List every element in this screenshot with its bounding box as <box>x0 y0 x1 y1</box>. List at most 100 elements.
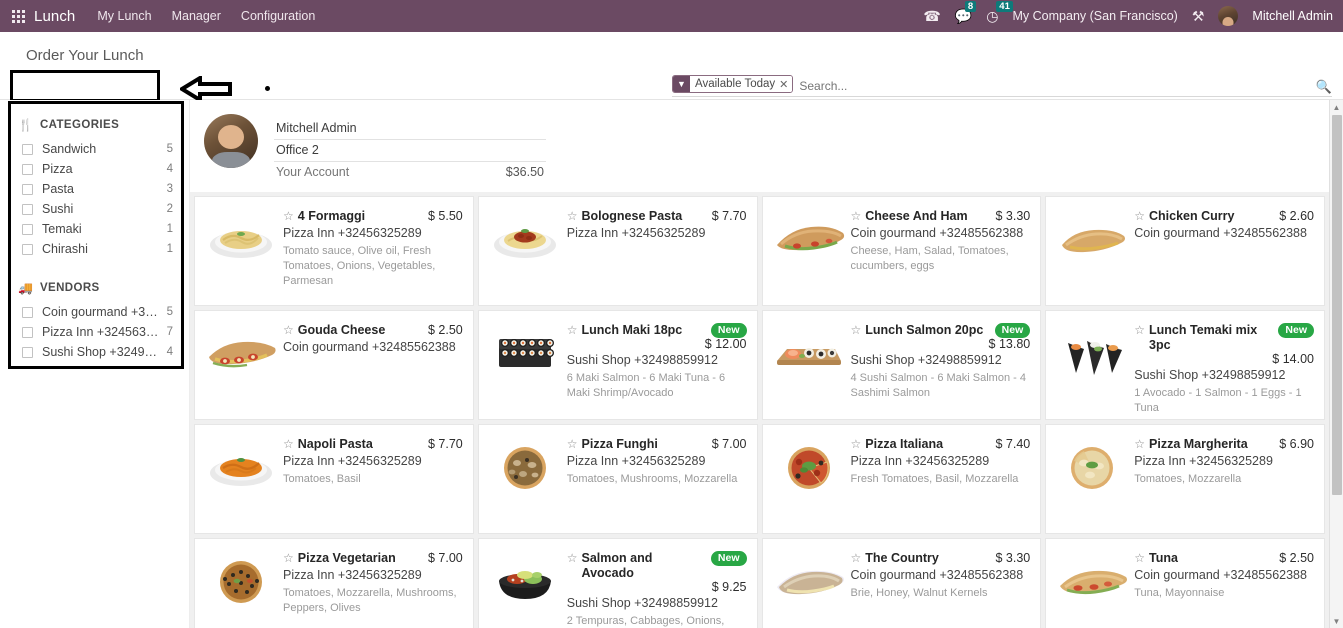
vendor-filter-0[interactable]: Coin gourmand +324... 5 <box>0 302 189 322</box>
favorite-star-icon[interactable]: ☆ <box>567 209 578 224</box>
menu-my-lunch[interactable]: My Lunch <box>97 9 151 23</box>
product-description: 6 Maki Salmon - 6 Maki Tuna - 6 Maki Shr… <box>566 372 726 399</box>
product-card[interactable]: ☆ Tuna $ 2.50 Coin gourmand +32485562388 Tun… <box>1045 538 1325 628</box>
phone-dialpad-icon[interactable]: ☎ <box>923 8 940 25</box>
vendor-filter-1[interactable]: Pizza Inn +324563252... 7 <box>0 322 189 342</box>
product-card[interactable]: ☆ Pizza Italiana $ 7.40 Pizza Inn +32456325… <box>761 424 1042 534</box>
menu-manager[interactable]: Manager <box>172 9 221 23</box>
main-area: 🍴 CATEGORIES Sandwich 5 Pizza 4 Pasta 3 Sushi 2… <box>0 100 1343 628</box>
category-filter-4[interactable]: Temaki 1 <box>0 219 189 239</box>
product-info: ☆ Bolognese Pasta $ 7.70 Pizza Inn +3245632… <box>567 203 749 299</box>
pizza-margherita-image <box>1071 447 1114 489</box>
product-card[interactable]: ☆ Chicken Curry $ 2.60 Coin gourmand +32485… <box>1045 196 1325 306</box>
product-card[interactable]: ☆ Lunch Salmon 20pc New $ 13.80 Sushi Shop +… <box>761 310 1042 420</box>
account-name-row: Mitchell Admin <box>274 118 546 140</box>
search-facet-available-today[interactable]: ▼ Available Today ✕ <box>672 75 794 93</box>
product-title-row: ☆ Pizza Funghi $ 7.00 <box>567 437 747 452</box>
favorite-star-icon[interactable]: ☆ <box>1134 209 1145 224</box>
product-card[interactable]: ☆ Lunch Temaki mix 3pc New $ 14.00 Sushi Sho… <box>1045 310 1325 420</box>
favorite-star-icon[interactable]: ☆ <box>1134 323 1145 338</box>
checkbox-icon[interactable] <box>22 163 33 175</box>
tools-icon[interactable]: ⚒ <box>1192 8 1205 25</box>
checkbox-icon[interactable] <box>22 203 33 215</box>
pasta-bolognese-image <box>493 229 556 258</box>
product-card[interactable]: ☆ Lunch Maki 18pc New $ 12.00 Sushi Shop +32… <box>477 310 758 420</box>
pasta-formaggi-image <box>210 231 272 258</box>
product-description: Brie, Honey, Walnut Kernels <box>850 587 988 599</box>
product-card[interactable]: ☆ 4 Formaggi $ 5.50 Pizza Inn +32456325289 T… <box>194 196 474 306</box>
favorite-star-icon[interactable]: ☆ <box>851 209 862 224</box>
account-location[interactable]: Office 2 <box>276 143 319 157</box>
app-brand-lunch[interactable]: Lunch <box>34 8 75 25</box>
favorite-star-icon[interactable]: ☆ <box>283 551 294 566</box>
checkbox-icon[interactable] <box>22 346 33 358</box>
category-filter-5[interactable]: Chirashi 1 <box>0 239 189 259</box>
page-title: Order Your Lunch <box>20 44 150 67</box>
vendor-filter-label: Sushi Shop +3249885... <box>42 345 161 359</box>
product-description: 4 Sushi Salmon - 6 Maki Salmon - 4 Sashi… <box>850 372 1026 399</box>
favorite-star-icon[interactable]: ☆ <box>851 437 862 452</box>
checkbox-icon[interactable] <box>22 183 33 195</box>
favorite-star-icon[interactable]: ☆ <box>567 323 578 338</box>
scroll-down-icon[interactable]: ▼ <box>1330 614 1343 628</box>
product-title-row: ☆ Bolognese Pasta $ 7.70 <box>567 209 747 224</box>
avatar[interactable] <box>1218 6 1239 26</box>
product-vendor: Sushi Shop +32498859912 <box>566 353 718 367</box>
checkbox-icon[interactable] <box>22 143 33 155</box>
product-card[interactable]: ☆ Bolognese Pasta $ 7.70 Pizza Inn +3245632… <box>477 196 758 306</box>
product-title-row: ☆ Lunch Salmon 20pc New <box>851 323 1031 338</box>
company-selector[interactable]: My Company (San Francisco) <box>1013 9 1178 23</box>
product-price: $ 7.00 <box>711 437 747 451</box>
menu-configuration[interactable]: Configuration <box>241 9 315 23</box>
pasta-napoli-image <box>210 458 272 486</box>
facet-remove-icon[interactable]: ✕ <box>779 76 793 92</box>
product-card[interactable]: ☆ Gouda Cheese $ 2.50 Coin gourmand +324855… <box>194 310 474 420</box>
product-card[interactable]: ☆ The Country $ 3.30 Coin gourmand +3248556… <box>761 538 1042 628</box>
favorite-star-icon[interactable]: ☆ <box>851 551 862 566</box>
category-filter-label: Pasta <box>42 182 74 196</box>
vendor-filter-2[interactable]: Sushi Shop +3249885... 4 <box>0 342 189 362</box>
product-card[interactable]: ☆ Cheese And Ham $ 3.30 Coin gourmand +3248… <box>761 196 1042 306</box>
product-card[interactable]: ☆ Pizza Funghi $ 7.00 Pizza Inn +3245632528… <box>477 424 758 534</box>
vertical-scrollbar[interactable]: ▲ ▼ <box>1329 100 1343 628</box>
product-card[interactable]: ☆ Pizza Margherita $ 6.90 Pizza Inn +324563… <box>1045 424 1325 534</box>
search-input[interactable] <box>793 75 1316 96</box>
product-card[interactable]: ☆ Napoli Pasta $ 7.70 Pizza Inn +3245632528… <box>194 424 474 534</box>
favorite-star-icon[interactable]: ☆ <box>1134 437 1145 452</box>
apps-menu-icon[interactable] <box>12 9 25 23</box>
chat-icon[interactable]: 💬 8 <box>955 0 977 25</box>
scrollbar-thumb[interactable] <box>1331 115 1342 495</box>
search-icon[interactable]: 🔍 <box>1316 75 1332 96</box>
product-card[interactable]: ☆ Pizza Vegetarian $ 7.00 Pizza Inn +324563… <box>194 538 474 628</box>
product-price: $ 12.00 <box>704 337 747 351</box>
category-filter-1[interactable]: Pizza 4 <box>0 159 189 179</box>
favorite-star-icon[interactable]: ☆ <box>851 323 862 338</box>
favorite-star-icon[interactable]: ☆ <box>567 437 578 452</box>
checkbox-icon[interactable] <box>22 223 33 235</box>
new-badge: New <box>994 323 1031 338</box>
category-filter-label: Sandwich <box>42 142 97 156</box>
top-navbar: Lunch My Lunch Manager Configuration ☎ 💬… <box>0 0 1343 32</box>
favorite-star-icon[interactable]: ☆ <box>1134 551 1145 566</box>
checkbox-icon[interactable] <box>22 326 33 338</box>
scroll-up-icon[interactable]: ▲ <box>1330 100 1343 114</box>
category-filter-3[interactable]: Sushi 2 <box>0 199 189 219</box>
product-name: 4 Formaggi <box>297 209 366 223</box>
clock-activity-icon[interactable]: ◷ 41 <box>986 0 1013 25</box>
category-filter-2[interactable]: Pasta 3 <box>0 179 189 199</box>
product-vendor: Sushi Shop +32498859912 <box>850 353 1002 367</box>
product-title-row: ☆ Pizza Vegetarian $ 7.00 <box>283 551 463 566</box>
user-menu[interactable]: Mitchell Admin <box>1252 9 1333 23</box>
favorite-star-icon[interactable]: ☆ <box>283 209 294 224</box>
product-info: ☆ Pizza Italiana $ 7.40 Pizza Inn +32456325… <box>851 431 1033 527</box>
favorite-star-icon[interactable]: ☆ <box>283 437 294 452</box>
favorite-star-icon[interactable]: ☆ <box>567 551 578 566</box>
checkbox-icon[interactable] <box>22 306 33 318</box>
product-name: Bolognese Pasta <box>581 209 683 223</box>
category-filter-0[interactable]: Sandwich 5 <box>0 139 189 159</box>
product-info: ☆ Napoli Pasta $ 7.70 Pizza Inn +3245632528… <box>283 431 465 527</box>
favorite-star-icon[interactable]: ☆ <box>283 323 294 338</box>
checkbox-icon[interactable] <box>22 243 33 255</box>
product-card[interactable]: ☆ Salmon and Avocado New $ 9.25 Sushi Shop +… <box>477 538 758 628</box>
